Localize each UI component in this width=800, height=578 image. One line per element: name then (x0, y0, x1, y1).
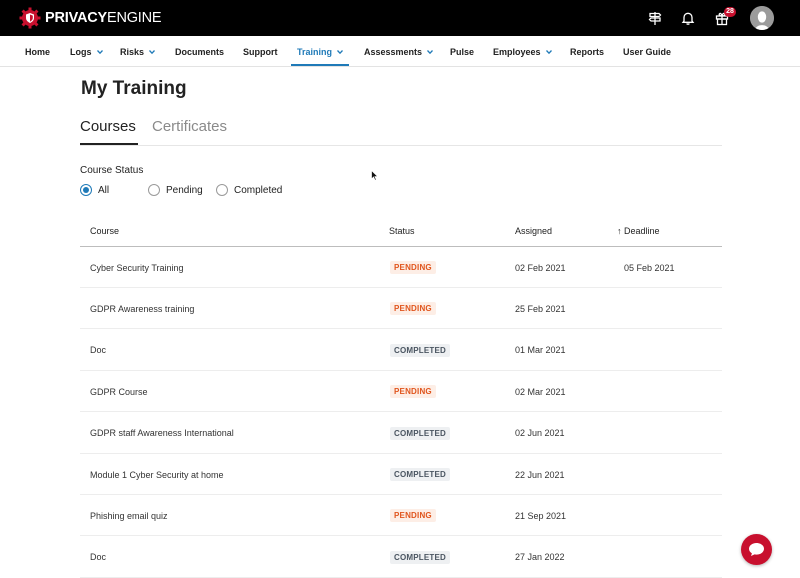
status-cell: COMPLETED (390, 330, 451, 371)
status-badge: COMPLETED (390, 550, 451, 564)
table-row[interactable]: GDPR Course PENDING 02 Mar 2021 (80, 371, 722, 413)
nav-item-support[interactable]: Support (243, 36, 278, 67)
course-status-label: Course Status (80, 165, 144, 176)
course-name[interactable]: GDPR staff Awareness International (90, 413, 234, 454)
gift-notification-badge: 28 (724, 7, 736, 17)
nav-item-assessments[interactable]: Assessments (364, 36, 434, 67)
table-row[interactable]: Phishing email quiz PENDING 21 Sep 2021 (80, 495, 722, 537)
tabs-divider (80, 145, 722, 146)
course-name[interactable]: GDPR Course (90, 371, 148, 412)
status-badge: PENDING (390, 385, 436, 399)
gear-shield-icon (19, 7, 41, 29)
assigned-date: 01 Mar 2021 (515, 345, 566, 356)
chat-button[interactable] (741, 534, 772, 565)
course-name[interactable]: Doc (90, 330, 106, 371)
radio-all-label: All (98, 184, 110, 196)
assigned-date: 02 Jun 2021 (515, 428, 565, 439)
radio-unselected-icon (148, 184, 160, 196)
status-badge: COMPLETED (390, 426, 451, 440)
signpost-icon[interactable] (645, 8, 665, 28)
nav-item-documents[interactable]: Documents (175, 36, 224, 67)
table-row[interactable]: Doc COMPLETED 27 Jan 2022 (80, 537, 722, 578)
assigned-date: 02 Mar 2021 (515, 386, 566, 397)
column-header-deadline[interactable]: ↑ Deadline (617, 226, 660, 236)
status-badge: PENDING (390, 509, 436, 523)
page-title: My Training (81, 78, 187, 99)
chevron-down-icon (545, 49, 552, 54)
status-cell: PENDING (390, 371, 436, 412)
status-cell: COMPLETED (390, 413, 451, 454)
user-avatar-icon[interactable] (750, 6, 774, 30)
course-name[interactable]: GDPR Awareness training (90, 288, 194, 329)
nav-active-indicator (291, 64, 349, 66)
chevron-down-icon (337, 49, 343, 54)
nav-item-risks[interactable]: Risks (120, 36, 156, 67)
status-badge: COMPLETED (390, 343, 451, 357)
status-badge: PENDING (390, 302, 436, 316)
assigned-date: 22 Jun 2021 (515, 469, 565, 480)
assigned-date: 21 Sep 2021 (515, 510, 567, 521)
nav-item-pulse[interactable]: Pulse (450, 36, 474, 67)
nav-item-user-guide[interactable]: User Guide (623, 36, 671, 67)
status-cell: PENDING (390, 288, 436, 329)
assigned-date: 02 Feb 2021 (515, 262, 566, 273)
status-badge: COMPLETED (390, 468, 451, 481)
table-row[interactable]: Cyber Security Training PENDING 02 Feb 202… (80, 247, 722, 288)
course-name[interactable]: Phishing email quiz (90, 495, 168, 536)
tab-certificates[interactable]: Certificates (152, 118, 227, 135)
assigned-date: 25 Feb 2021 (515, 303, 566, 314)
tab-courses[interactable]: Courses (80, 118, 136, 135)
nav-item-employees[interactable]: Employees (493, 36, 552, 67)
status-cell: COMPLETED (390, 454, 451, 495)
table-row[interactable]: GDPR staff Awareness International COMPLE… (80, 413, 722, 454)
status-cell: PENDING (390, 495, 436, 536)
status-badge: PENDING (390, 261, 436, 274)
radio-pending[interactable]: Pending (148, 184, 203, 196)
nav-item-reports[interactable]: Reports (570, 36, 604, 67)
radio-completed[interactable]: Completed (216, 184, 282, 196)
sort-ascending-icon: ↑ (617, 226, 622, 236)
assigned-date: 27 Jan 2022 (515, 552, 565, 563)
nav-item-training[interactable]: Training (297, 36, 343, 67)
table-row[interactable]: GDPR Awareness training PENDING 25 Feb 202… (80, 288, 722, 330)
chevron-down-icon (427, 49, 434, 54)
table-row[interactable]: Doc COMPLETED 01 Mar 2021 (80, 330, 722, 371)
nav-item-logs[interactable]: Logs (70, 36, 103, 67)
radio-completed-label: Completed (234, 184, 283, 196)
radio-all[interactable]: All (80, 184, 109, 196)
top-header: PRIVACYENGINE 28 (0, 0, 800, 36)
column-header-course[interactable]: Course (90, 226, 119, 236)
brand-name: PRIVACYENGINE (45, 10, 162, 26)
radio-pending-label: Pending (166, 184, 203, 196)
bell-icon[interactable] (678, 8, 698, 28)
mouse-cursor-icon (371, 170, 379, 181)
column-header-assigned[interactable]: Assigned (515, 226, 552, 236)
radio-unselected-icon (216, 184, 228, 196)
radio-selected-icon (80, 184, 92, 196)
column-header-status[interactable]: Status (389, 226, 415, 236)
brand-logo[interactable]: PRIVACYENGINE (19, 7, 162, 29)
status-cell: COMPLETED (390, 537, 451, 578)
nav-item-home[interactable]: Home (25, 36, 50, 67)
deadline-date: 05 Feb 2021 (624, 262, 675, 273)
course-name[interactable]: Cyber Security Training (90, 247, 184, 288)
status-cell: PENDING (390, 247, 436, 288)
chevron-down-icon (149, 49, 156, 54)
course-name[interactable]: Doc (90, 537, 106, 578)
table-row[interactable]: Module 1 Cyber Security at home COMPLETED… (80, 454, 722, 495)
main-nav: Home Logs Risks Documents Support Traini… (0, 36, 800, 67)
chevron-down-icon (96, 49, 103, 54)
course-name[interactable]: Module 1 Cyber Security at home (90, 454, 224, 495)
chat-bubble-icon (749, 543, 764, 556)
